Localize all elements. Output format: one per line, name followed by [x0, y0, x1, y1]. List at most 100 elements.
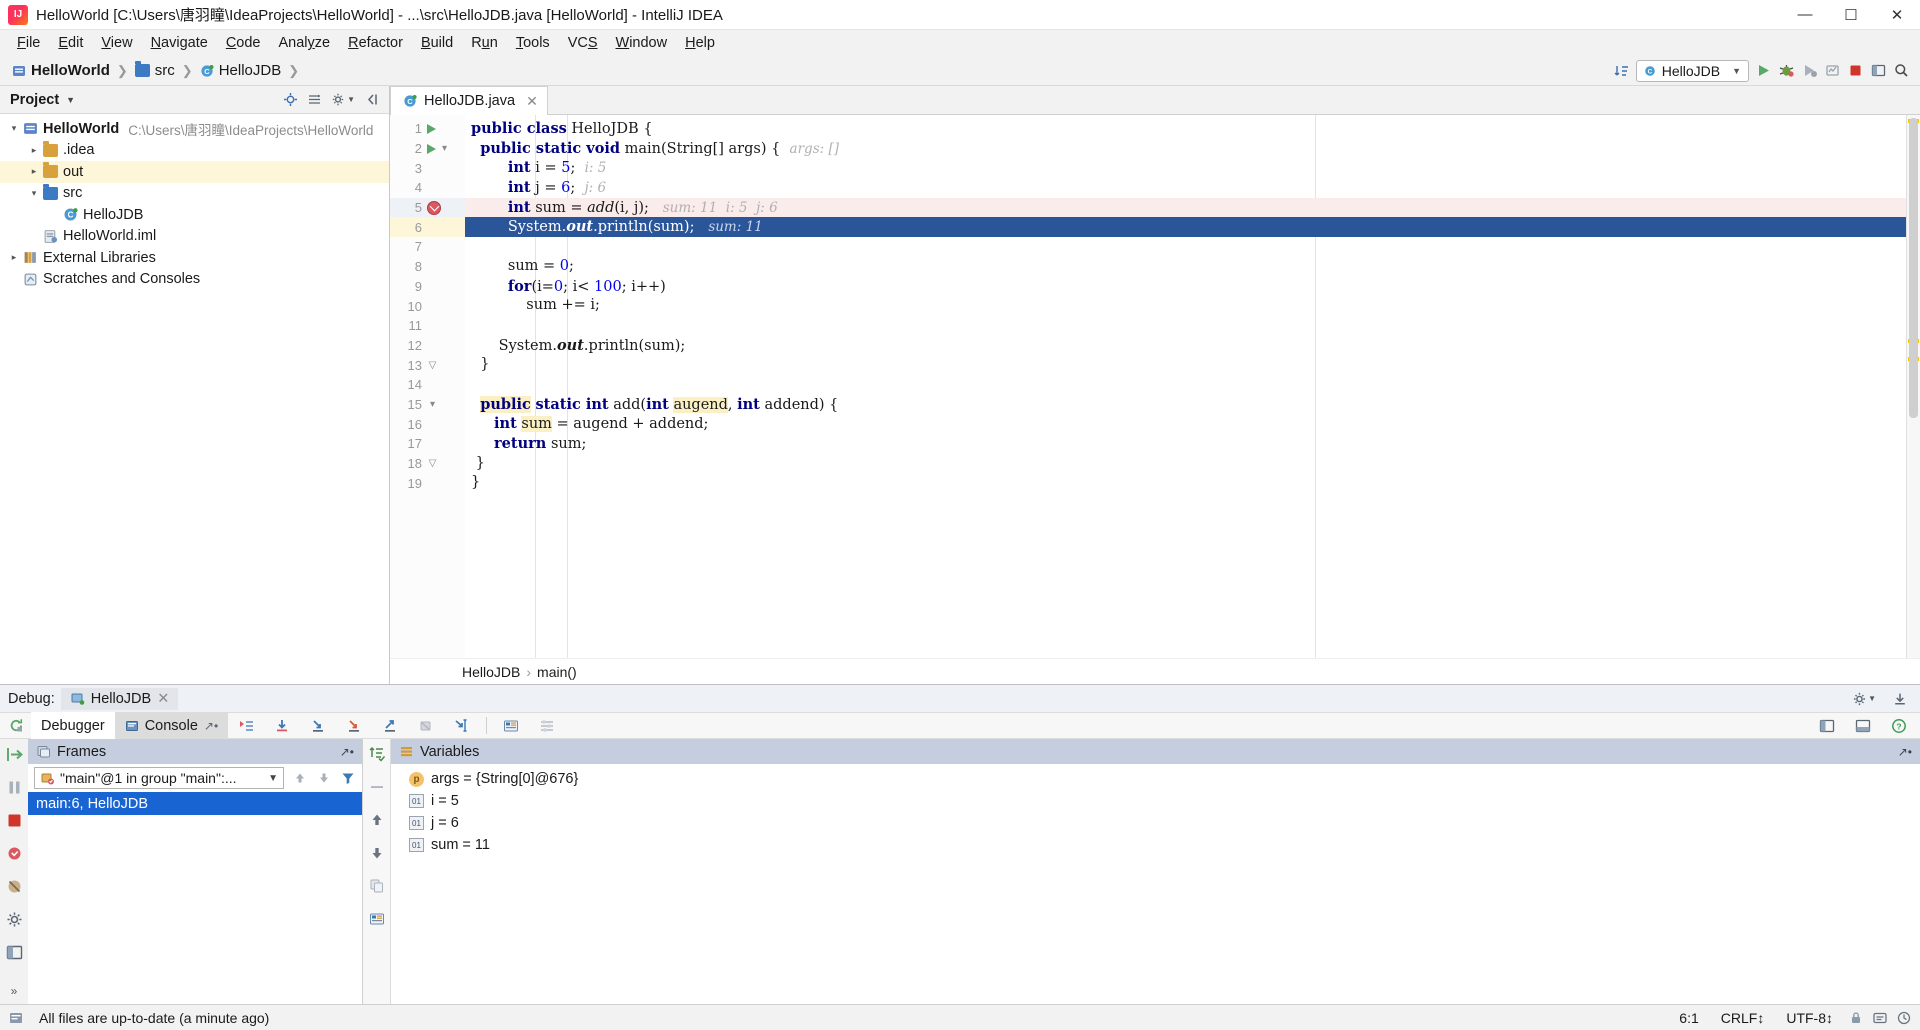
variable-row[interactable]: p args = {String[0]@676} — [391, 768, 1920, 790]
breadcrumb-method-name[interactable]: main() — [537, 664, 577, 680]
rerun-icon[interactable] — [8, 717, 25, 734]
settings-icon[interactable]: ↗• — [1898, 745, 1920, 759]
editor-tab-hellojdb[interactable]: C HelloJDB.java ✕ — [390, 86, 548, 115]
tree-expand-arrow-icon[interactable]: ▾ — [26, 188, 42, 199]
debug-session-tab[interactable]: HelloJDB ✕ — [60, 687, 179, 710]
gutter-icons[interactable] — [422, 200, 465, 215]
more-tool-windows-icon[interactable]: » — [11, 984, 18, 998]
step-out-icon[interactable] — [381, 717, 399, 735]
down-arrow-icon[interactable] — [316, 770, 332, 786]
code-line-19[interactable]: } — [465, 473, 1906, 493]
menu-item-refactor[interactable]: Refactor — [339, 33, 412, 53]
minimize-button[interactable]: — — [1782, 0, 1828, 30]
gutter-icons[interactable]: ▽ — [422, 360, 465, 371]
view-breakpoints-icon[interactable] — [5, 844, 24, 863]
evaluate-icon[interactable] — [368, 910, 386, 928]
gutter-line-14[interactable]: 14 — [390, 375, 465, 395]
debug-icon[interactable] — [1778, 62, 1795, 79]
code-line-13[interactable]: } — [465, 355, 1906, 375]
tree-item-out[interactable]: ▸ out — [0, 161, 389, 183]
breadcrumb-project[interactable]: HelloWorld — [8, 61, 114, 80]
show-execution-point-icon[interactable] — [237, 717, 255, 735]
fold-expand-icon[interactable]: ▽ — [427, 360, 438, 371]
code-line-2[interactable]: public static void main(String[] args) {… — [465, 139, 1906, 159]
remove-icon[interactable] — [368, 778, 386, 796]
file-encoding[interactable]: UTF-8↕ — [1779, 1010, 1840, 1026]
gutter-line-13[interactable]: 13 ▽ — [390, 355, 465, 375]
gutter-line-8[interactable]: 8 — [390, 257, 465, 277]
code-line-12[interactable]: System.out.println(sum); — [465, 336, 1906, 356]
tree-expand-arrow-icon[interactable]: ▸ — [26, 145, 42, 156]
gutter-icons[interactable] — [422, 123, 465, 134]
frame-row[interactable]: main:6, HelloJDB — [28, 792, 362, 815]
gutter-line-15[interactable]: 15 ▾ — [390, 395, 465, 415]
tree-expand-arrow-icon[interactable]: ▸ — [6, 252, 22, 263]
caret-position[interactable]: 6:1 — [1672, 1010, 1705, 1026]
code-line-4[interactable]: int j = 6; j: 6 — [465, 178, 1906, 198]
close-button[interactable]: ✕ — [1874, 0, 1920, 30]
gutter-icons[interactable]: ▽ — [422, 458, 465, 469]
gutter-line-10[interactable]: 10 — [390, 296, 465, 316]
menu-item-navigate[interactable]: Navigate — [142, 33, 217, 53]
filter-icon[interactable] — [340, 770, 356, 786]
restore-layout-icon[interactable] — [1818, 717, 1836, 735]
drop-frame-icon[interactable] — [417, 717, 435, 735]
gutter-line-12[interactable]: 12 — [390, 336, 465, 356]
editor-right-gutter[interactable] — [1906, 115, 1920, 658]
line-separator[interactable]: CRLF↕ — [1714, 1010, 1772, 1026]
run-to-cursor-icon[interactable] — [453, 717, 471, 735]
gutter-line-17[interactable]: 17 — [390, 434, 465, 454]
tree-item-src[interactable]: ▾ src — [0, 183, 389, 205]
down-icon[interactable] — [368, 844, 386, 862]
attach-profiler-icon[interactable] — [1824, 62, 1841, 79]
fold-collapse-icon[interactable]: ▾ — [439, 143, 450, 154]
settings-icon[interactable] — [538, 717, 556, 735]
search-everywhere-icon[interactable] — [1893, 62, 1910, 79]
menu-item-view[interactable]: View — [92, 33, 141, 53]
step-into-icon[interactable] — [309, 717, 327, 735]
run-coverage-icon[interactable] — [1801, 62, 1818, 79]
variable-row[interactable]: 01 i = 5 — [391, 790, 1920, 812]
close-icon[interactable]: ✕ — [157, 691, 169, 707]
gutter-line-1[interactable]: 1 — [390, 119, 465, 139]
event-log-icon[interactable] — [1872, 1010, 1888, 1026]
stop-icon[interactable] — [5, 811, 24, 830]
tree-item-hellojdb[interactable]: C HelloJDB — [0, 204, 389, 226]
menu-item-help[interactable]: Help — [676, 33, 724, 53]
variable-row[interactable]: 01 j = 6 — [391, 812, 1920, 834]
resume-icon[interactable] — [5, 745, 24, 764]
gear-icon[interactable]: ▼ — [331, 92, 355, 107]
mute-breakpoints-icon[interactable] — [5, 877, 24, 896]
code-line-3[interactable]: int i = 5; i: 5 — [465, 158, 1906, 178]
thread-selector[interactable]: "main"@1 in group "main":... ▼ — [34, 767, 284, 789]
tab-debugger[interactable]: Debugger — [31, 712, 115, 739]
sort-toggle-icon[interactable] — [1614, 63, 1630, 79]
evaluate-expression-icon[interactable] — [502, 717, 520, 735]
code-line-10[interactable]: sum += i; — [465, 296, 1906, 316]
menu-item-tools[interactable]: Tools — [507, 33, 559, 53]
hide-icon[interactable] — [364, 92, 379, 107]
code-line-1[interactable]: public class HelloJDB { — [465, 119, 1906, 139]
settings-icon[interactable] — [5, 910, 24, 929]
memory-icon[interactable] — [1896, 1010, 1912, 1026]
editor-gutter[interactable]: 1 2 ▾ 3 4 5 6 7 8 9 10 11 12 13 ▽ 14 15 ▾ 16 17 18 ▽ 19 — [390, 115, 465, 658]
settings-icon[interactable]: ↗• — [340, 745, 362, 759]
code-line-17[interactable]: return sum; — [465, 434, 1906, 454]
chevron-down-icon[interactable]: ▼ — [66, 95, 75, 105]
code-line-11[interactable] — [465, 316, 1906, 336]
up-arrow-icon[interactable] — [292, 770, 308, 786]
gutter-line-19[interactable]: 19 — [390, 473, 465, 493]
layout-icon[interactable] — [5, 943, 24, 962]
force-step-into-icon[interactable] — [345, 717, 363, 735]
gutter-line-6[interactable]: 6 — [390, 217, 465, 238]
menu-item-file[interactable]: File — [8, 33, 49, 53]
menu-item-run[interactable]: Run — [462, 33, 507, 53]
expand-collapse-icon[interactable] — [307, 92, 322, 107]
pin-icon[interactable]: ↗• — [204, 719, 218, 733]
code-line-14[interactable] — [465, 375, 1906, 395]
fold-collapse-icon[interactable]: ▾ — [427, 399, 438, 410]
code-line-18[interactable]: } — [465, 454, 1906, 474]
menu-item-code[interactable]: Code — [217, 33, 270, 53]
menu-item-window[interactable]: Window — [607, 33, 677, 53]
code-line-7[interactable] — [465, 237, 1906, 257]
